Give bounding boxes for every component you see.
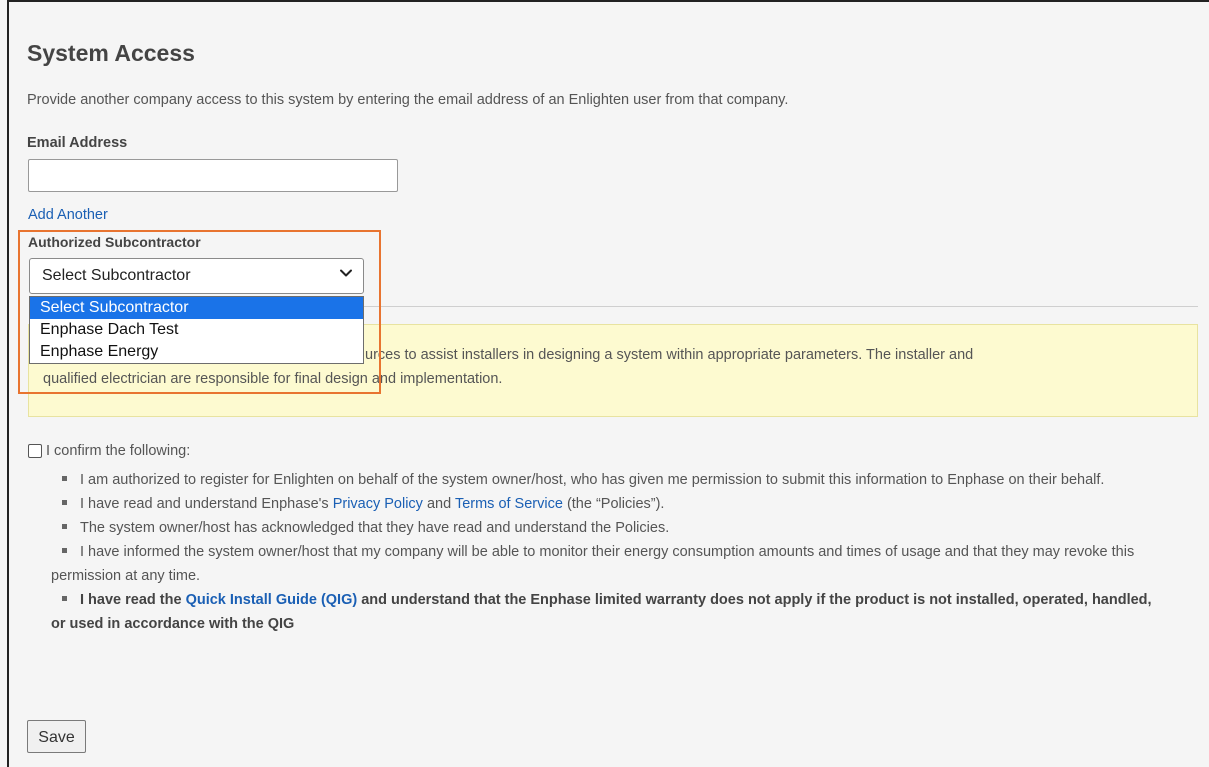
list-item: I have informed the system owner/host th… — [51, 540, 1161, 588]
list-item: The system owner/host has acknowledged t… — [51, 516, 1161, 540]
list-item-text: I have read the — [80, 592, 186, 608]
confirm-label: I confirm the following: — [46, 443, 191, 459]
list-item-text: (the “Policies”). — [562, 496, 665, 512]
confirm-row: I confirm the following: — [28, 443, 190, 459]
privacy-policy-link[interactable]: Privacy Policy — [333, 496, 423, 512]
list-item: I am authorized to register for Enlighte… — [51, 468, 1161, 492]
dropdown-option[interactable]: Enphase Dach Test — [30, 319, 363, 341]
notice-line-2: qualified electrician are responsible fo… — [43, 367, 1173, 391]
chevron-down-icon — [340, 269, 352, 277]
bullet-icon — [62, 524, 67, 530]
subcontractor-label: Authorized Subcontractor — [28, 234, 201, 250]
subcontractor-dropdown-list: Select Subcontractor Enphase Dach Test E… — [29, 296, 364, 364]
list-item-text: and — [422, 496, 455, 512]
save-button[interactable]: Save — [27, 720, 86, 753]
window-border-left — [7, 0, 9, 767]
terms-of-service-link[interactable]: Terms of Service — [455, 496, 563, 512]
section-divider — [364, 306, 1198, 307]
dropdown-option[interactable]: Enphase Energy — [30, 341, 363, 363]
subcontractor-select[interactable]: Select Subcontractor — [29, 258, 364, 294]
subcontractor-selected-value: Select Subcontractor — [42, 267, 191, 284]
notice-line-2-rest: nal design and implementation. — [301, 371, 503, 387]
list-item: I have read the Quick Install Guide (QIG… — [51, 588, 1161, 636]
quick-install-guide-link[interactable]: Quick Install Guide (QIG) — [186, 592, 358, 608]
dropdown-option[interactable]: Select Subcontractor — [30, 297, 363, 319]
email-label: Email Address — [27, 135, 128, 151]
list-item-text: I have read and understand Enphase's — [80, 496, 333, 512]
list-item-text: I have informed the system owner/host th… — [51, 544, 1135, 584]
add-another-link[interactable]: Add Another — [28, 207, 108, 223]
list-item-text: I am authorized to register for Enlighte… — [80, 472, 1105, 488]
confirm-checkbox[interactable] — [28, 444, 42, 458]
bullet-icon — [62, 476, 67, 482]
list-item-text: The system owner/host has acknowledged t… — [80, 520, 670, 536]
confirm-list: I am authorized to register for Enlighte… — [51, 468, 1161, 636]
bullet-icon — [62, 596, 67, 602]
email-field[interactable] — [28, 159, 398, 192]
page-title: System Access — [27, 40, 195, 66]
bullet-icon — [62, 548, 67, 554]
window-border-top — [7, 0, 1209, 2]
intro-text: Provide another company access to this s… — [27, 92, 789, 108]
list-item: I have read and understand Enphase's Pri… — [51, 492, 1161, 516]
bullet-icon — [62, 500, 67, 506]
notice-line-2-prefix: qualified electrician are responsible fo… — [43, 371, 302, 387]
